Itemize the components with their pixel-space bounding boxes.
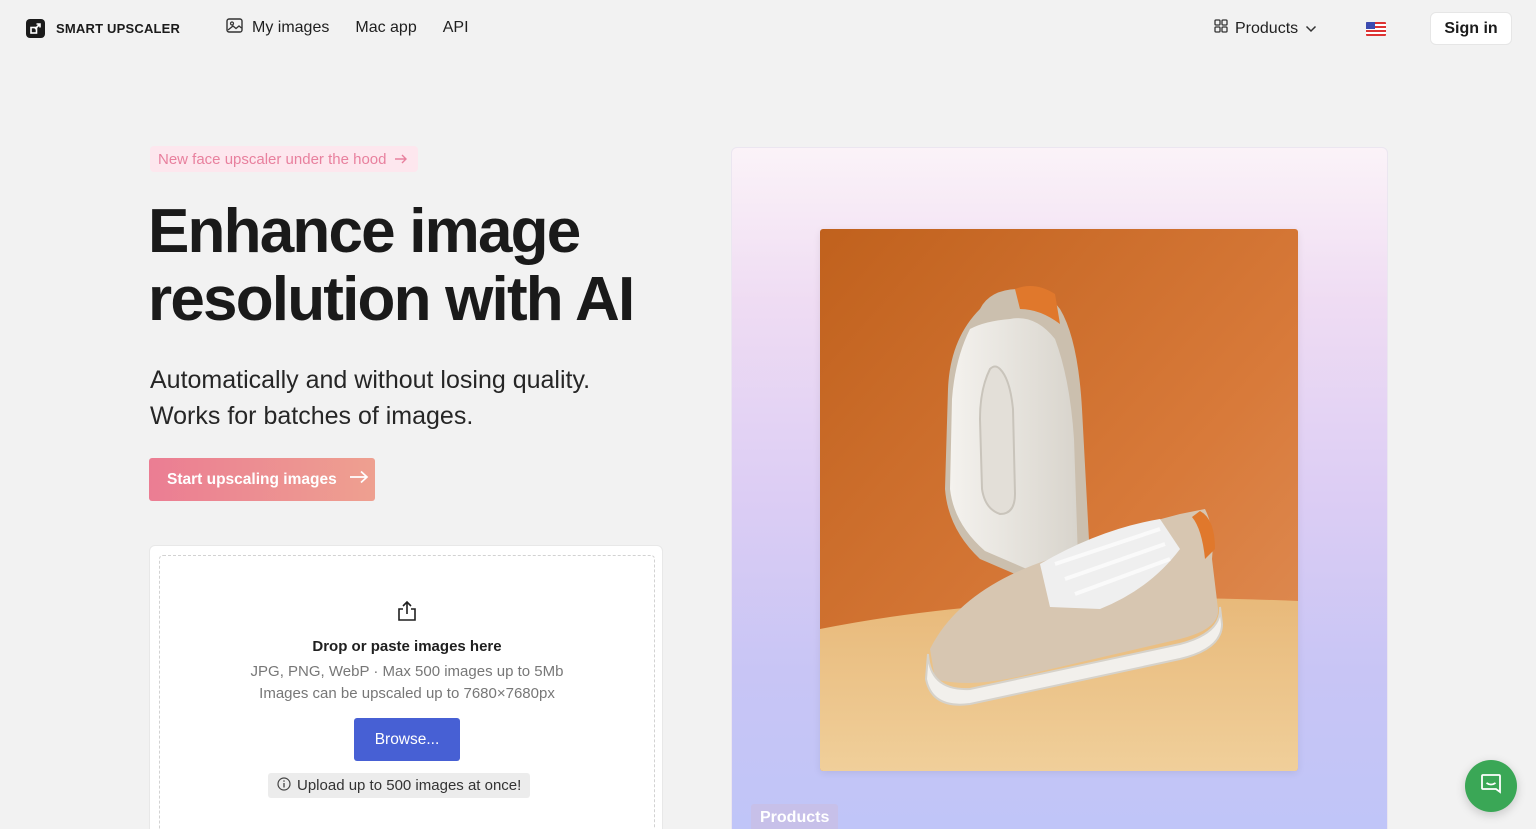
nav-label: API [442,19,469,36]
size-limit-text: Images can be upscaled up to 7680×7680px [259,685,555,702]
dropzone-title: Drop or paste images here [312,638,502,655]
chat-widget-button[interactable] [1465,760,1517,812]
nav-my-images[interactable]: My images [226,18,329,38]
logo[interactable]: SMART UPSCALER [26,19,180,38]
hero-title-line1: Enhance image [148,197,581,266]
chat-icon [1479,772,1503,801]
announcement-badge[interactable]: New face upscaler under the hood [150,146,419,172]
main-nav: My images Mac app API [226,18,495,38]
grid-icon [1214,19,1228,38]
nav-mac-app[interactable]: Mac app [355,19,416,37]
us-flag-icon[interactable] [1366,22,1386,36]
products-dropdown[interactable]: Products [1214,19,1317,38]
nav-label: Mac app [355,19,417,36]
showcase-panel: Products [731,147,1388,829]
logo-icon [26,19,45,38]
hero-subtitle: Automatically and without losing quality… [150,362,710,434]
cta-label: Start upscaling images [167,470,337,488]
category-label: Products [751,804,839,829]
sign-in-button[interactable]: Sign in [1430,12,1512,45]
hero-subtitle-line2: Works for batches of images. [150,402,474,430]
browse-button[interactable]: Browse... [354,718,460,761]
images-icon [226,18,243,38]
arrow-right-icon [349,470,369,489]
hero-title-line2: resolution with AI [148,265,635,334]
start-upscaling-button[interactable]: Start upscaling images [149,458,375,501]
arrow-right-icon [394,151,408,168]
upload-icon [396,600,418,622]
badge-text: New face upscaler under the hood [158,150,387,168]
formats-text: JPG, PNG, WebP · Max 500 images up to 5M… [250,663,564,680]
hero-title: Enhance image resolution with AI [148,198,708,334]
shoe-photo [820,229,1298,771]
logo-text: SMART UPSCALER [56,21,181,36]
products-label: Products [1235,19,1299,37]
info-icon [277,776,291,795]
upload-card: Drop or paste images here JPG, PNG, WebP… [149,545,663,829]
top-navbar: SMART UPSCALER My images Mac app API Pro… [0,0,1536,58]
upload-note-text: Upload up to 500 images at once! [297,777,522,794]
dropzone[interactable]: Drop or paste images here JPG, PNG, WebP… [159,555,655,829]
upload-note: Upload up to 500 images at once! [268,773,531,798]
nav-label: My images [252,19,330,36]
nav-api[interactable]: API [443,19,469,37]
chevron-down-icon [1305,20,1317,38]
hero-subtitle-line1: Automatically and without losing quality… [150,366,591,394]
